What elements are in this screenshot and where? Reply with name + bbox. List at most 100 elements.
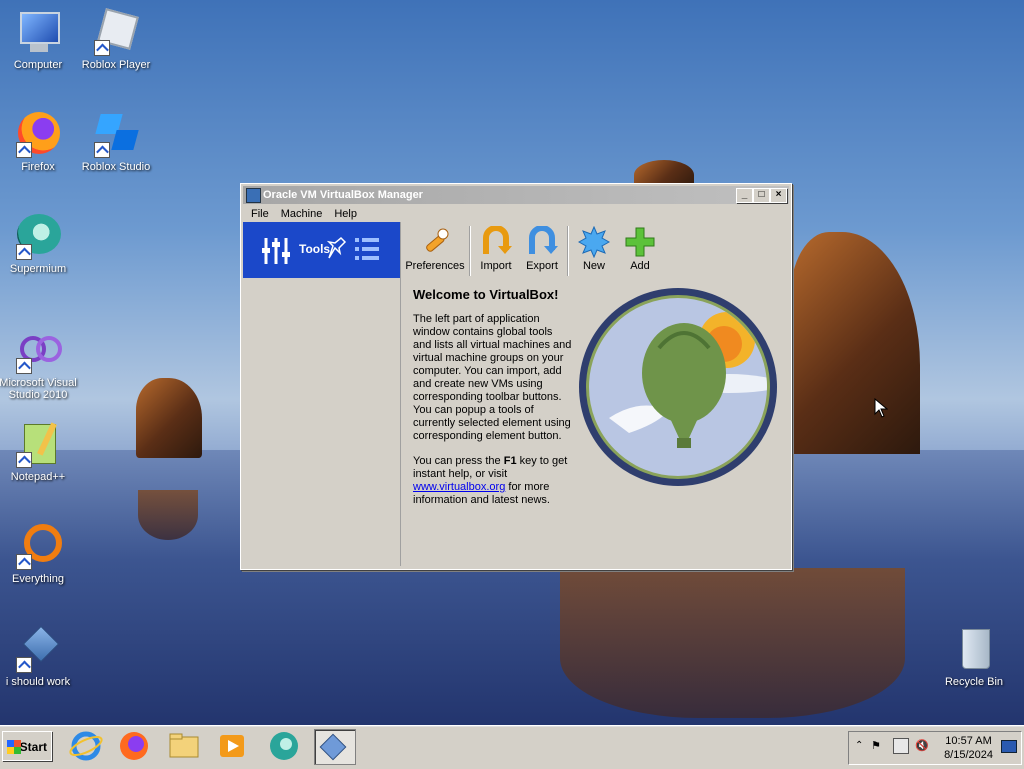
wallpaper-rock-right (790, 232, 920, 454)
wallpaper-reflection (560, 568, 905, 718)
tools-menu-list-icon[interactable] (355, 236, 379, 262)
virtualbox-app-icon (246, 188, 261, 203)
supermium-icon (14, 212, 62, 260)
mouse-cursor-icon (874, 397, 889, 421)
shortcut-arrow-icon (16, 554, 32, 570)
wallpaper-reflection-left (138, 490, 198, 540)
wrench-icon (419, 226, 451, 258)
new-label: New (582, 260, 605, 272)
desktop-icon-supermium[interactable]: Supermium (0, 212, 80, 275)
desktop-icon-recycle-bin[interactable]: Recycle Bin (932, 625, 1016, 688)
export-label: Export (526, 260, 558, 272)
supermium-icon (270, 732, 298, 760)
recycle-bin-icon (950, 625, 998, 673)
desktop-icon-roblox-studio[interactable]: Roblox Studio (74, 110, 158, 173)
main-toolbar: Preferences Import Export New Add (403, 224, 663, 278)
welcome-text-fragment: You can press the (413, 455, 504, 467)
export-arrow-icon (526, 225, 558, 258)
f1-key-text: F1 (503, 455, 517, 467)
window-title: Oracle VM VirtualBox Manager (263, 189, 423, 201)
welcome-text: Welcome to VirtualBox! The left part of … (413, 288, 573, 519)
shortcut-arrow-icon (94, 142, 110, 158)
firefox-icon (120, 732, 148, 760)
new-vm-icon (577, 225, 611, 259)
shortcut-arrow-icon (94, 40, 110, 56)
desktop-icon-label: Supermium (9, 263, 67, 275)
virtualbox-cube-icon (319, 733, 347, 761)
desktop-icon-notepadpp[interactable]: Notepad++ (0, 420, 80, 483)
desktop-icon-everything[interactable]: Everything (0, 522, 80, 585)
desktop-icon-computer[interactable]: Computer (0, 8, 80, 71)
import-button[interactable]: Import (473, 224, 519, 278)
add-vm-button[interactable]: Add (617, 224, 663, 278)
wallpaper-rock-left (136, 378, 202, 458)
desktop-icon-label: i should work (5, 676, 71, 688)
taskbar-explorer[interactable] (166, 729, 206, 763)
desktop-icon-firefox[interactable]: Firefox (0, 110, 80, 173)
desktop-icon-i-should-work[interactable]: i should work (0, 625, 80, 688)
welcome-heading: Welcome to VirtualBox! (413, 287, 559, 302)
desktop-icon-label: Notepad++ (10, 471, 66, 483)
action-center-flag-icon[interactable]: ⚑ (871, 739, 881, 752)
media-player-icon (220, 735, 244, 757)
clock-date: 8/15/2024 (944, 749, 993, 761)
minimize-button[interactable]: _ (736, 188, 753, 203)
preferences-label: Preferences (405, 260, 465, 272)
start-button[interactable]: Start (2, 731, 52, 761)
tools-label: Tools (299, 242, 331, 256)
internet-explorer-icon (69, 731, 103, 761)
virtualbox-website-link[interactable]: www.virtualbox.org (413, 481, 505, 493)
system-clock[interactable]: 10:57 AM 8/15/2024 (944, 734, 993, 762)
shortcut-arrow-icon (16, 358, 32, 374)
desktop-icon-label: Everything (12, 573, 64, 585)
desktop-icon-label: Roblox Studio (81, 161, 151, 173)
desktop-icon-label: Firefox (21, 161, 55, 173)
add-label: Add (630, 260, 650, 272)
preferences-button[interactable]: Preferences (403, 224, 467, 278)
export-button[interactable]: Export (519, 224, 565, 278)
desktop-icon-roblox-player[interactable]: Roblox Player (74, 8, 158, 71)
folder-icon (169, 733, 199, 758)
maximize-button[interactable]: □ (753, 188, 770, 203)
shortcut-arrow-icon (16, 244, 32, 260)
computer-icon (14, 8, 62, 56)
desktop-icon-label: Roblox Player (81, 59, 151, 71)
network-icon[interactable] (893, 738, 909, 754)
taskbar-supermium[interactable] (266, 729, 306, 763)
everything-magnifier-icon (14, 522, 62, 570)
firefox-icon (14, 110, 62, 158)
welcome-paragraph-2: You can press the F1 key to get instant … (413, 455, 573, 507)
taskbar-virtualbox[interactable] (314, 729, 356, 765)
virtualbox-manager-window[interactable]: Oracle VM VirtualBox Manager _ □ × File … (240, 183, 792, 570)
system-tray: ⌃ ⚑ 🔇 10:57 AM 8/15/2024 (848, 731, 1022, 765)
desktop-icon-label: Computer (13, 59, 63, 71)
window-titlebar[interactable]: Oracle VM VirtualBox Manager _ □ × (243, 186, 789, 204)
volume-muted-icon[interactable]: 🔇 (915, 739, 929, 752)
welcome-balloon-illustration (579, 288, 777, 486)
taskbar-media-player[interactable] (214, 729, 254, 763)
start-label: Start (19, 740, 47, 754)
roblox-player-icon (92, 8, 140, 56)
visual-studio-infinity-icon (14, 326, 62, 374)
new-vm-button[interactable]: New (571, 224, 617, 278)
tools-icon (261, 234, 291, 266)
desktop-icon-label: Microsoft Visual Studio 2010 (0, 377, 77, 401)
shortcut-arrow-icon (16, 452, 32, 468)
import-label: Import (480, 260, 512, 272)
taskbar: Start ⌃ ⚑ 🔇 10:57 AM 8/15/2024 (0, 725, 1024, 769)
welcome-paragraph-1: The left part of application window cont… (413, 313, 572, 442)
show-desktop-icon[interactable] (1001, 740, 1017, 753)
virtualbox-cube-icon (14, 625, 62, 673)
taskbar-internet-explorer[interactable] (68, 729, 108, 763)
taskbar-firefox[interactable] (116, 729, 156, 763)
desktop-icon-visual-studio[interactable]: Microsoft Visual Studio 2010 (0, 326, 80, 401)
shortcut-arrow-icon (16, 657, 32, 673)
machine-list-pane[interactable]: Tools (243, 222, 401, 566)
close-button[interactable]: × (770, 188, 787, 203)
notepadpp-icon (14, 420, 62, 468)
show-hidden-icons-chevron-icon[interactable]: ⌃ (855, 740, 863, 751)
tools-item[interactable]: Tools (243, 222, 400, 278)
pin-icon[interactable] (326, 236, 347, 260)
windows-flag-icon (7, 740, 21, 754)
shortcut-arrow-icon (16, 142, 32, 158)
